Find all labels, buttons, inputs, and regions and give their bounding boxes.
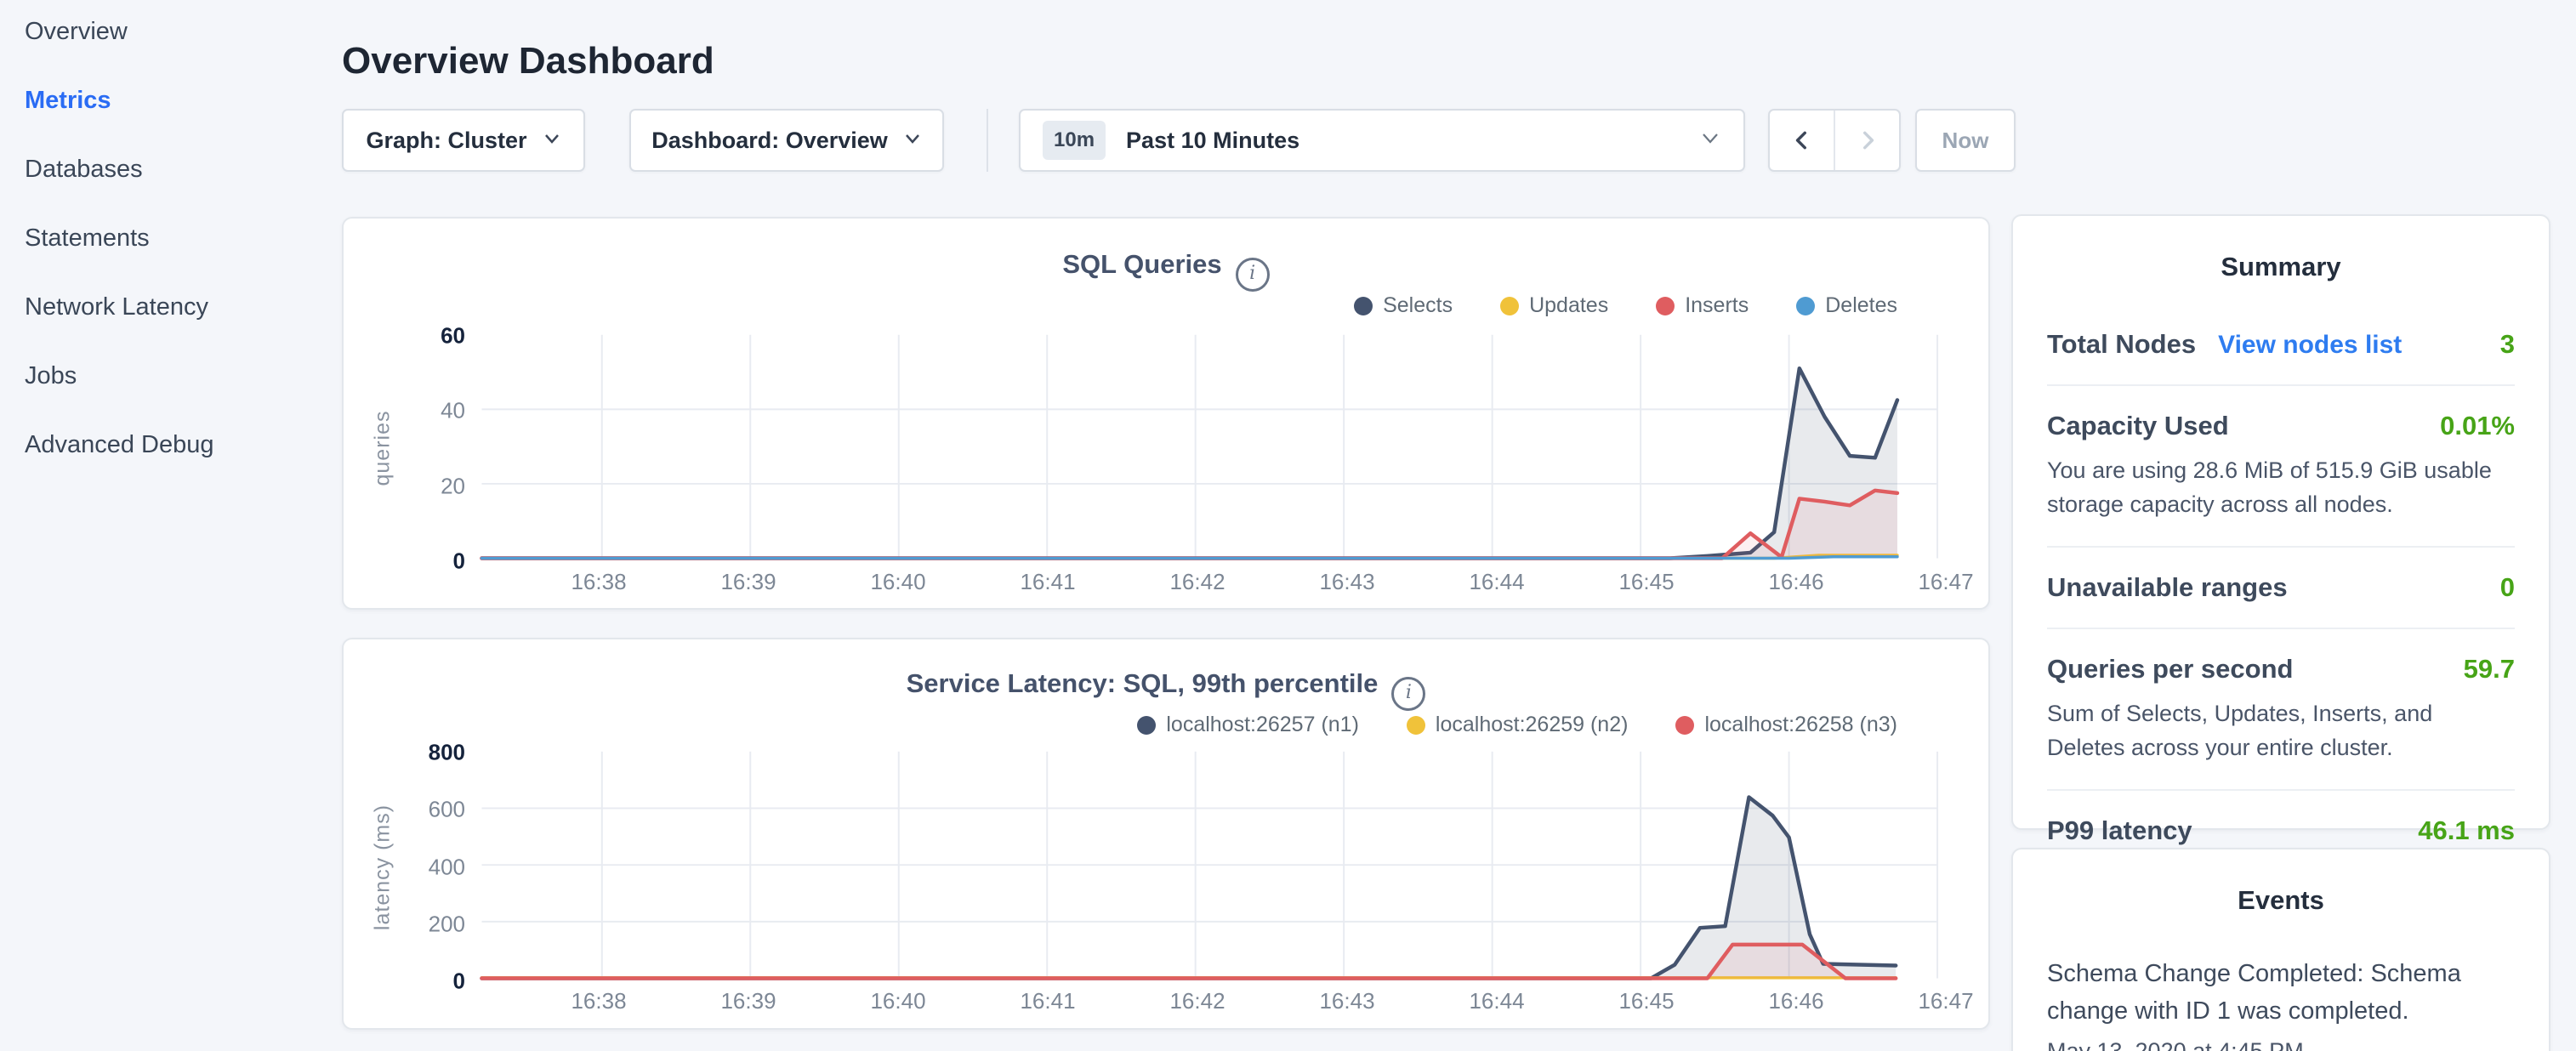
- sidebar-item-metrics[interactable]: Metrics: [25, 88, 340, 113]
- x-tick-label: 16:43: [1319, 988, 1374, 1014]
- graph-scope-label: Graph: Cluster: [366, 128, 526, 154]
- y-axis-title: queries: [371, 411, 395, 486]
- summary-row-label: Capacity Used: [2047, 411, 2229, 441]
- sidebar-item-network-latency[interactable]: Network Latency: [25, 294, 340, 320]
- step-back-button[interactable]: [1770, 111, 1834, 170]
- y-tick-label: 40: [344, 398, 465, 424]
- time-range-select[interactable]: 10m Past 10 Minutes: [1019, 109, 1745, 172]
- summary-row-subtext: You are using 28.6 MiB of 515.9 GiB usab…: [2047, 453, 2515, 521]
- chart-canvas[interactable]: [344, 639, 1988, 1028]
- summary-row-value: 0: [2500, 572, 2515, 603]
- view-nodes-list-link[interactable]: View nodes list: [2218, 331, 2402, 360]
- y-axis-title: latency (ms): [371, 804, 395, 930]
- x-tick-label: 16:39: [720, 988, 776, 1014]
- chevron-down-icon: [903, 132, 922, 150]
- y-tick-label: 400: [344, 854, 465, 880]
- page-title: Overview Dashboard: [342, 40, 714, 82]
- x-tick-label: 16:47: [1918, 569, 1973, 595]
- now-button[interactable]: Now: [1915, 109, 2016, 172]
- sidebar-item-databases[interactable]: Databases: [25, 156, 340, 182]
- x-tick-label: 16:39: [720, 569, 776, 595]
- x-tick-label: 16:38: [571, 569, 626, 595]
- event-item[interactable]: Schema Change Completed: Schema change w…: [2047, 955, 2515, 1030]
- x-tick-label: 16:41: [1020, 988, 1075, 1014]
- now-button-label: Now: [1942, 128, 1989, 154]
- summary-row-value: 46.1 ms: [2418, 815, 2515, 846]
- sidebar-item-advanced-debug[interactable]: Advanced Debug: [25, 432, 340, 457]
- step-forward-button[interactable]: [1835, 111, 1899, 170]
- sidebar: Overview Metrics Databases Statements Ne…: [0, 0, 340, 501]
- x-tick-label: 16:44: [1469, 569, 1524, 595]
- x-tick-label: 16:45: [1618, 569, 1674, 595]
- time-step-buttons: [1768, 109, 1901, 172]
- x-tick-label: 16:40: [870, 569, 925, 595]
- graph-scope-dropdown[interactable]: Graph: Cluster: [342, 109, 585, 172]
- time-range-label: Past 10 Minutes: [1126, 128, 1299, 154]
- x-tick-label: 16:47: [1918, 988, 1973, 1014]
- chevron-down-icon: [543, 132, 561, 150]
- y-tick-label: 800: [344, 740, 465, 766]
- summary-row-label: Queries per second: [2047, 654, 2293, 685]
- event-timestamp: May 13, 2020 at 4:45 PM: [2047, 1038, 2515, 1051]
- sidebar-item-overview[interactable]: Overview: [25, 19, 340, 44]
- summary-row-label: Unavailable ranges: [2047, 572, 2288, 603]
- events-title: Events: [2013, 885, 2549, 916]
- sidebar-item-jobs[interactable]: Jobs: [25, 363, 340, 389]
- time-range-badge: 10m: [1043, 121, 1106, 160]
- y-tick-label: 0: [344, 969, 465, 995]
- summary-row-unavailable-ranges: Unavailable ranges 0: [2047, 548, 2515, 629]
- x-tick-label: 16:41: [1020, 569, 1075, 595]
- chart-canvas[interactable]: [344, 219, 1988, 608]
- summary-row-queries-per-second: Queries per second 59.7 Sum of Selects, …: [2047, 629, 2515, 791]
- x-tick-label: 16:43: [1319, 569, 1374, 595]
- overview-dashboard-page: Overview Metrics Databases Statements Ne…: [0, 0, 2576, 1051]
- summary-row-label: P99 latency: [2047, 815, 2192, 846]
- summary-row-capacity-used: Capacity Used 0.01% You are using 28.6 M…: [2047, 386, 2515, 548]
- x-tick-label: 16:46: [1768, 988, 1823, 1014]
- dashboard-label: Dashboard: Overview: [651, 128, 888, 154]
- summary-row-value: 59.7: [2464, 654, 2515, 685]
- y-tick-label: 60: [344, 323, 465, 349]
- x-tick-label: 16:42: [1169, 569, 1225, 595]
- summary-row-value: 0.01%: [2440, 411, 2515, 441]
- y-tick-label: 0: [344, 548, 465, 575]
- x-tick-label: 16:45: [1618, 988, 1674, 1014]
- x-tick-label: 16:46: [1768, 569, 1823, 595]
- header-divider: [987, 109, 988, 172]
- dashboard-dropdown[interactable]: Dashboard: Overview: [629, 109, 944, 172]
- x-tick-label: 16:42: [1169, 988, 1225, 1014]
- service-latency-chart-card: Service Latency: SQL, 99th percentilei l…: [342, 638, 1990, 1030]
- summary-row-value: 3: [2500, 329, 2515, 360]
- events-panel: Events Schema Change Completed: Schema c…: [2011, 848, 2550, 1051]
- chevron-down-icon: [1699, 131, 1721, 151]
- y-tick-label: 20: [344, 473, 465, 499]
- summary-row-total-nodes: Total Nodes View nodes list 3: [2047, 304, 2515, 386]
- x-tick-label: 16:44: [1469, 988, 1524, 1014]
- summary-panel: Summary Total Nodes View nodes list 3 Ca…: [2011, 214, 2550, 830]
- summary-body: Total Nodes View nodes list 3 Capacity U…: [2013, 304, 2549, 871]
- summary-row-label: Total Nodes: [2047, 329, 2196, 360]
- sql-queries-chart-card: SQL Queriesi SelectsUpdatesInsertsDelete…: [342, 217, 1990, 610]
- events-body: Schema Change Completed: Schema change w…: [2013, 955, 2549, 1051]
- y-tick-label: 600: [344, 797, 465, 823]
- x-tick-label: 16:40: [870, 988, 925, 1014]
- y-tick-label: 200: [344, 911, 465, 937]
- summary-row-subtext: Sum of Selects, Updates, Inserts, and De…: [2047, 696, 2515, 764]
- summary-title: Summary: [2013, 252, 2549, 282]
- sidebar-item-statements[interactable]: Statements: [25, 225, 340, 251]
- x-tick-label: 16:38: [571, 988, 626, 1014]
